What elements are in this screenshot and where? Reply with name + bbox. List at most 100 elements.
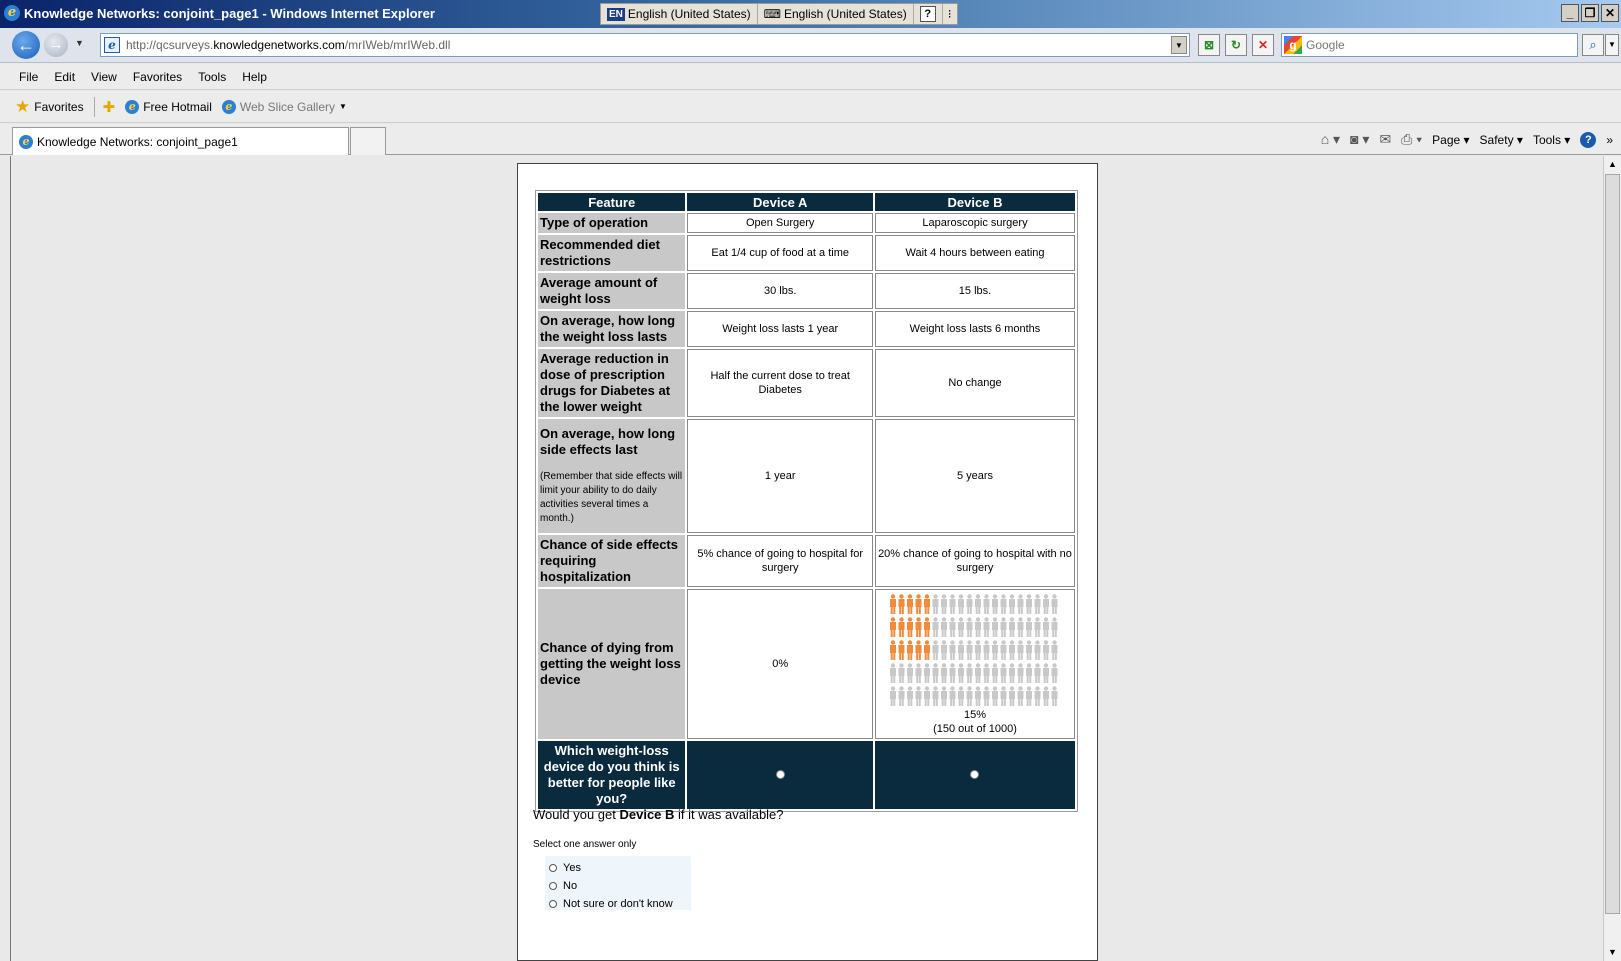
risk-pictograph (889, 593, 1058, 706)
free-hotmail-link[interactable]: e Free Hotmail (125, 99, 212, 114)
person-icon (1017, 639, 1024, 660)
menu-tools[interactable]: Tools (198, 70, 226, 84)
feature-label: Chance of side effects requiring hospita… (538, 535, 686, 587)
langbar-help[interactable]: ? (914, 4, 943, 24)
address-input[interactable]: e http://qcsurveys.knowledgenetworks.com… (100, 33, 1190, 57)
url-text[interactable]: http://qcsurveys.knowledgenetworks.com/m… (126, 38, 450, 52)
tools-menu[interactable]: Tools ▾ (1533, 133, 1570, 147)
option-yes[interactable]: Yes (549, 859, 691, 877)
title-bar: e Knowledge Networks: conjoint_page1 - W… (0, 0, 1621, 28)
safety-menu[interactable]: Safety ▾ (1480, 133, 1523, 147)
search-options-icon[interactable]: ▼ (1605, 34, 1619, 56)
page-icon: e (104, 37, 120, 53)
scroll-thumb[interactable] (1605, 174, 1620, 914)
help-icon: ? (919, 6, 936, 22)
person-icon (1017, 593, 1024, 614)
restore-button[interactable]: ❐ (1581, 4, 1599, 22)
help-menu-icon[interactable]: ? (1580, 131, 1597, 148)
url-dropdown-icon[interactable]: ▼ (1171, 36, 1187, 54)
option-label: Yes (563, 862, 581, 874)
radio-icon[interactable] (970, 770, 980, 779)
print-icon[interactable]: ⎙ ▾ (1401, 131, 1422, 148)
person-icon (940, 593, 947, 614)
option-label: No (563, 880, 578, 892)
minimize-button[interactable]: _ (1561, 4, 1579, 22)
free-hotmail-label: Free Hotmail (143, 99, 212, 114)
option-no[interactable]: No (549, 877, 691, 895)
ie-page-icon: e (221, 99, 236, 114)
choose-device-a-radio[interactable] (687, 741, 873, 809)
window-controls: _ ❐ ✕ (1561, 4, 1619, 22)
compatibility-view-icon[interactable]: ⊠ (1198, 34, 1220, 56)
person-icon (966, 662, 973, 683)
person-icon (1008, 593, 1015, 614)
table-row: Type of operation Open Surgery Laparosco… (538, 213, 1075, 233)
conjoint-table: Feature Device A Device B Type of operat… (535, 190, 1078, 812)
close-button[interactable]: ✕ (1601, 4, 1619, 22)
ie-page-icon: e (125, 99, 140, 114)
menu-help[interactable]: Help (242, 70, 267, 84)
device-b-value: 15 lbs. (874, 273, 1075, 309)
web-slice-gallery-link[interactable]: e Web Slice Gallery ▼ (221, 99, 347, 114)
history-dropdown-icon[interactable]: ▼ (75, 38, 84, 48)
person-icon (1025, 639, 1032, 660)
menu-file[interactable]: File (19, 70, 38, 84)
person-icon (1042, 593, 1049, 614)
person-icon (932, 685, 939, 706)
en-badge-icon: EN (607, 7, 625, 21)
device-a-value: Eat 1/4 cup of food at a time (687, 235, 873, 271)
language-label: English (United States) (627, 7, 751, 21)
person-icon (932, 662, 939, 683)
chevron-right-icon[interactable]: » (1606, 133, 1613, 147)
person-icon (1042, 639, 1049, 660)
person-icon (1051, 685, 1058, 706)
radio-icon[interactable] (549, 900, 557, 908)
language-bar[interactable]: EN English (United States) ⌨ English (Un… (600, 3, 958, 25)
person-icon (1008, 616, 1015, 637)
person-icon (949, 685, 956, 706)
header-device-b: Device B (874, 193, 1075, 211)
tab-conjoint-page1[interactable]: e Knowledge Networks: conjoint_page1 (12, 127, 349, 155)
web-slice-label: Web Slice Gallery (239, 99, 336, 114)
table-row: On average, how long the weight loss las… (538, 311, 1075, 347)
forward-button[interactable]: → (44, 33, 68, 57)
device-a-value: Half the current dose to treat Diabetes (687, 349, 873, 417)
stop-icon[interactable]: ✕ (1252, 34, 1274, 56)
favorites-button[interactable]: ★ Favorites (15, 97, 84, 117)
choose-device-b-radio[interactable] (874, 741, 1075, 809)
page-menu[interactable]: Page ▾ (1432, 133, 1469, 147)
person-icon (957, 616, 964, 637)
keyboard-item[interactable]: ⌨ English (United States) (758, 4, 914, 24)
device-b-value: Laparoscopic surgery (874, 213, 1075, 233)
back-button[interactable]: ← (12, 31, 40, 59)
menu-view[interactable]: View (91, 70, 117, 84)
person-icon-highlighted (898, 616, 905, 637)
refresh-icon[interactable]: ↻ (1225, 34, 1247, 56)
feature-label: On average, how long side effects last (540, 426, 676, 457)
langbar-options-icon[interactable]: ⁝ (943, 7, 957, 21)
person-icon (1042, 662, 1049, 683)
device-a-value: Open Surgery (687, 213, 873, 233)
feeds-icon[interactable]: ◙ ▾ (1350, 131, 1369, 148)
scroll-up-icon[interactable]: ▲ (1604, 156, 1621, 173)
menu-edit[interactable]: Edit (54, 70, 75, 84)
radio-icon[interactable] (775, 770, 785, 779)
search-input[interactable]: g Google (1281, 33, 1578, 57)
new-tab-button[interactable] (350, 127, 386, 155)
person-icon (940, 685, 947, 706)
add-to-favorites-button[interactable]: ✚ (103, 98, 116, 116)
mail-icon[interactable]: ✉ (1379, 131, 1391, 148)
person-icon (1051, 593, 1058, 614)
vertical-scrollbar[interactable]: ▲ ▼ (1603, 156, 1621, 961)
scroll-down-icon[interactable]: ▼ (1604, 944, 1621, 961)
radio-icon[interactable] (549, 864, 557, 872)
person-icon-highlighted (889, 616, 896, 637)
search-icon[interactable]: ⌕ (1582, 34, 1604, 56)
home-icon[interactable]: ⌂ ▾ (1321, 131, 1340, 148)
person-icon-highlighted (915, 616, 922, 637)
menu-favorites[interactable]: Favorites (133, 70, 182, 84)
radio-icon[interactable] (549, 882, 557, 890)
person-icon (1000, 593, 1007, 614)
option-not-sure[interactable]: Not sure or don't know (549, 895, 691, 913)
language-item[interactable]: EN English (United States) (601, 4, 758, 24)
